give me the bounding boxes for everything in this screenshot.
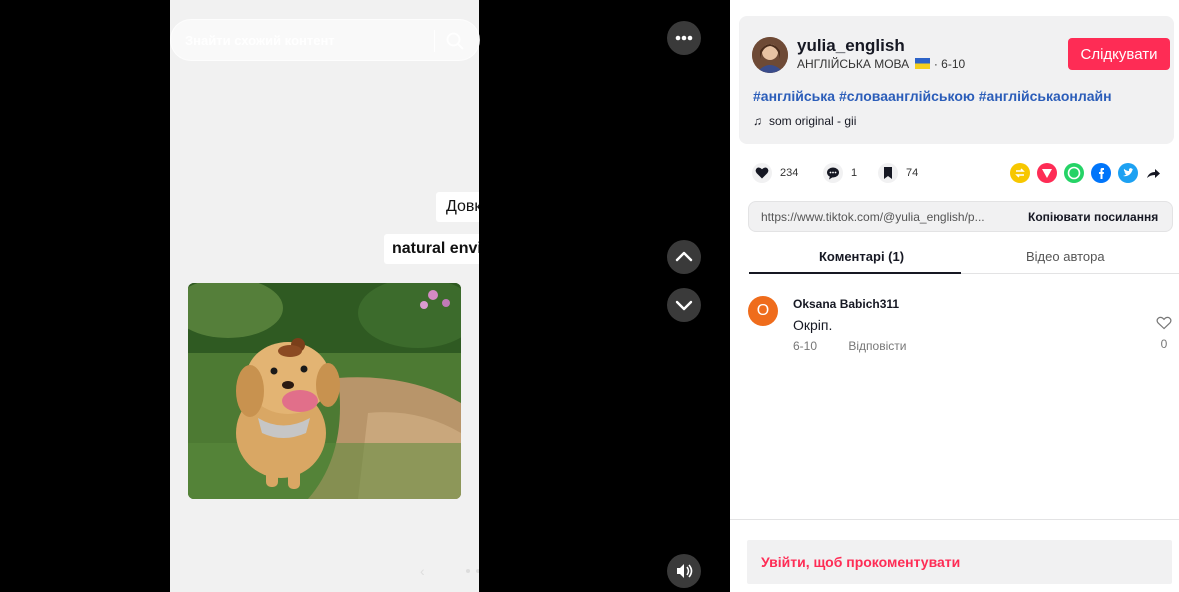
bookmark-icon[interactable] [878,163,898,183]
previous-video-button[interactable] [667,240,701,274]
like-count: 234 [780,167,799,179]
twitter-icon[interactable] [1118,163,1138,183]
puppy-photo [188,283,461,499]
tab-bar: Коментарі (1) Відео автора [749,240,1179,274]
volume-icon [677,564,693,578]
comment-date: 6-10 [793,339,818,353]
save-count: 74 [906,167,919,179]
chevron-up-icon [675,251,693,262]
whatsapp-icon[interactable] [1064,163,1084,183]
search-icon[interactable] [445,31,465,51]
caption-ukrainian: Довкілля [436,192,479,222]
heart-outline-icon[interactable] [1156,316,1172,330]
music-note-icon: ♫ [753,114,762,128]
volume-button[interactable] [667,554,701,588]
ukraine-flag-icon [915,58,931,69]
save-stat[interactable]: 74 [878,163,918,183]
post-date: 6-10 [941,57,966,71]
search-divider [434,30,435,52]
tab-author-videos[interactable]: Відео автора [1026,249,1105,264]
share-arrow-icon[interactable] [1143,163,1163,183]
reply-button[interactable]: Відповісти [848,339,906,353]
comment-stat[interactable]: 1 [823,163,857,183]
comment-like-count: 0 [1160,337,1168,351]
video-url: https://www.tiktok.com/@yulia_english/p.… [761,210,985,224]
comment-meta: 6-10 Відповісти [793,339,906,353]
next-video-button[interactable] [667,288,701,322]
author-subtitle: АНГЛІЙСЬКА МОВА · 6-10 [797,57,966,71]
slide-indicator: ‹ › [420,563,479,579]
music-info[interactable]: ♫ som original - gii [753,114,856,128]
search-input[interactable]: Знайти схожий контент [185,33,335,48]
search-bar[interactable]: Знайти схожий контент [170,19,480,61]
more-options-button[interactable] [667,21,701,55]
copy-link-button[interactable]: Копіювати посилання [1028,210,1158,224]
login-to-comment-button[interactable]: Увійти, щоб прокоментувати [747,540,1172,584]
tab-comments[interactable]: Коментарі (1) [819,249,904,264]
avatar[interactable] [752,37,788,73]
caption-english: natural environment [384,234,479,264]
hashtags[interactable]: #англійська #словаанглійською #англійськ… [753,88,1112,104]
heart-icon[interactable] [752,163,772,183]
link-box: https://www.tiktok.com/@yulia_english/p.… [748,201,1173,232]
comment-author[interactable]: Oksana Babich311 [793,297,899,311]
comment-icon[interactable] [823,163,843,183]
comment-count: 1 [851,167,858,179]
chevron-down-icon [675,300,693,311]
author-username[interactable]: yulia_english [797,36,905,56]
chevron-left-icon[interactable]: ‹ [420,563,425,579]
video-player[interactable]: Довкілля natural environment ‹ › [0,0,730,592]
comment-footer: Увійти, щоб прокоментувати [730,519,1179,592]
active-tab-indicator [749,272,961,274]
comment-text: Окріп. [793,317,833,333]
send-icon[interactable] [1037,163,1057,183]
info-panel: yulia_english АНГЛІЙСЬКА МОВА · 6-10 Слі… [730,0,1179,592]
facebook-icon[interactable] [1091,163,1111,183]
repost-icon[interactable] [1010,163,1030,183]
follow-button[interactable]: Слідкувати [1068,38,1170,70]
comment-avatar[interactable]: O [748,296,778,326]
more-dots-icon [675,35,693,41]
author-card: yulia_english АНГЛІЙСЬКА МОВА · 6-10 Слі… [739,16,1174,144]
comment-item: O Oksana Babich311 Окріп. 6-10 Відповіст… [748,296,1173,356]
comment-like[interactable]: 0 [1155,316,1173,351]
like-stat[interactable]: 234 [752,163,798,183]
